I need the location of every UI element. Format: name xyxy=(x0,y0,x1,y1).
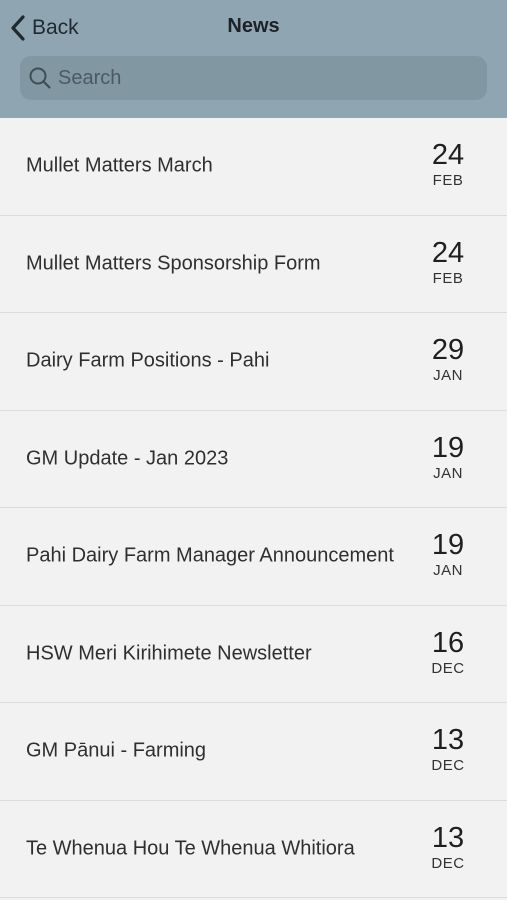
news-title: Mullet Matters Sponsorship Form xyxy=(26,252,321,275)
list-item[interactable]: Te Whenua Hou Te Whenua Whitiora 13 DEC xyxy=(0,800,507,898)
list-item[interactable]: GM Update - Jan 2023 19 JAN xyxy=(0,410,507,508)
page-title: News xyxy=(227,15,280,37)
news-title: Pahi Dairy Farm Manager Announcement xyxy=(26,544,394,567)
news-day: 19 xyxy=(431,529,465,561)
news-title: Dairy Farm Positions - Pahi xyxy=(26,349,270,372)
list-item[interactable]: Pahi Dairy Farm Manager Announcement 19 … xyxy=(0,508,507,606)
search-bar[interactable] xyxy=(20,56,487,100)
news-title: Te Whenua Hou Te Whenua Whitiora xyxy=(26,837,355,860)
news-day: 24 xyxy=(431,139,465,171)
news-list: Mullet Matters March 24 FEB Mullet Matte… xyxy=(0,118,507,898)
news-date: 24 FEB xyxy=(423,238,473,288)
news-date: 29 JAN xyxy=(423,335,473,385)
news-day: 13 xyxy=(431,821,465,854)
list-item[interactable]: Dairy Farm Positions - Pahi 29 JAN xyxy=(0,313,507,411)
news-month: DEC xyxy=(431,854,465,872)
news-date: 19 JAN xyxy=(423,530,473,580)
news-title: Mullet Matters March xyxy=(26,154,213,177)
news-title: HSW Meri Kirihimete Newsletter xyxy=(26,642,312,665)
news-month: DEC xyxy=(431,659,465,677)
news-day: 13 xyxy=(431,724,465,756)
news-title: GM Pānui - Farming xyxy=(26,739,207,762)
search-input[interactable] xyxy=(58,66,458,90)
news-date: 19 JAN xyxy=(423,433,473,483)
news-month: DEC xyxy=(431,757,465,774)
list-item[interactable]: HSW Meri Kirihimete Newsletter 16 DEC xyxy=(0,605,507,703)
list-item[interactable]: Mullet Matters Sponsorship Form 24 FEB xyxy=(0,215,507,313)
news-day: 19 xyxy=(431,431,465,464)
news-date: 16 DEC xyxy=(423,628,473,678)
nav-header: Back News xyxy=(0,0,507,118)
news-date: 13 DEC xyxy=(423,823,473,873)
search-icon xyxy=(29,67,51,89)
list-item[interactable]: GM Pānui - Farming 13 DEC xyxy=(0,703,507,801)
news-day: 29 xyxy=(431,334,465,366)
news-day: 16 xyxy=(431,626,465,659)
news-day: 24 xyxy=(431,236,465,269)
news-title: GM Update - Jan 2023 xyxy=(26,447,229,470)
news-month: JAN xyxy=(433,464,463,482)
news-date: 13 DEC xyxy=(423,725,473,775)
news-month: FEB xyxy=(432,269,464,287)
news-month: JAN xyxy=(433,562,463,579)
list-item[interactable]: Mullet Matters March 24 FEB xyxy=(0,118,507,216)
news-month: FEB xyxy=(432,172,464,189)
news-month: JAN xyxy=(433,367,463,384)
news-date: 24 FEB xyxy=(423,140,473,190)
